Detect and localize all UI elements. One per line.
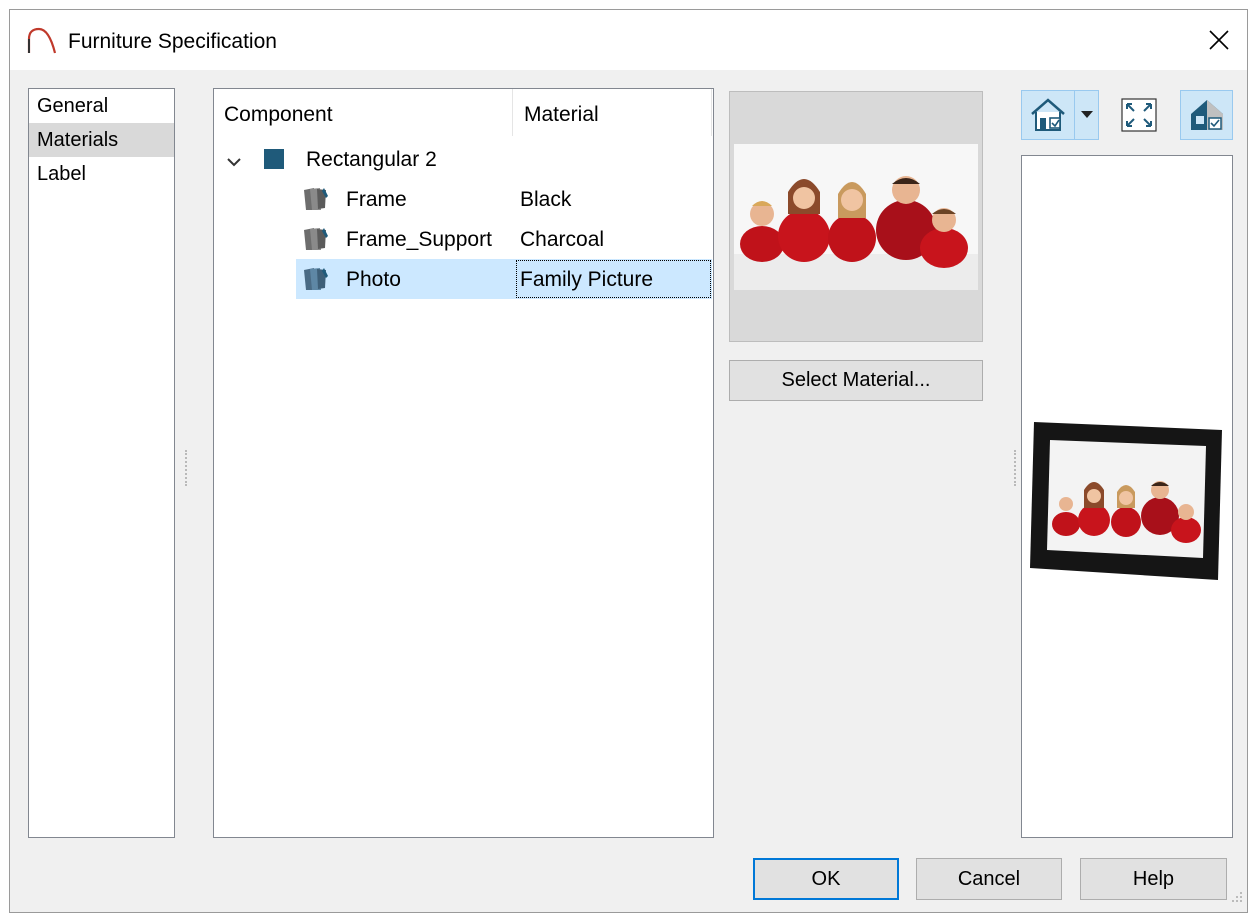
chevron-down-icon[interactable] (226, 151, 242, 175)
material-icon (300, 226, 330, 258)
ok-button[interactable]: OK (753, 858, 899, 900)
component-color-swatch (264, 149, 284, 169)
close-icon (1209, 30, 1229, 50)
family-picture-thumbnail (734, 144, 978, 290)
tree-row-label: Frame (346, 188, 407, 211)
title-bar: Furniture Specification (10, 10, 1247, 70)
column-separator (711, 89, 712, 136)
component-tree: Component Material Rectangular 2 Frame B… (213, 88, 714, 838)
tree-row-frame-support[interactable]: Frame_Support Charcoal (214, 219, 713, 259)
render-options-button[interactable] (1180, 90, 1233, 140)
furniture-specification-dialog: Furniture Specification General Material… (9, 9, 1248, 913)
right-splitter[interactable] (1014, 450, 1018, 486)
cancel-button[interactable]: Cancel (916, 858, 1062, 900)
tree-header: Component Material (214, 89, 713, 136)
tree-row-material: Black (520, 188, 572, 211)
render-options-icon (1190, 100, 1223, 130)
select-material-button[interactable]: Select Material... (729, 360, 983, 401)
fill-window-button[interactable] (1115, 90, 1163, 140)
resize-grip-icon[interactable] (1229, 889, 1243, 908)
tree-row-material: Charcoal (520, 228, 605, 251)
close-button[interactable] (1191, 10, 1247, 70)
column-header-material[interactable]: Material (524, 103, 599, 127)
camera-view-button[interactable] (1021, 90, 1075, 140)
camera-view-dropdown[interactable] (1075, 90, 1099, 140)
window-title: Furniture Specification (68, 30, 277, 53)
material-icon (300, 266, 330, 298)
dropdown-arrow-icon (1080, 111, 1093, 118)
camera-view-icon (1031, 98, 1065, 131)
left-splitter[interactable] (185, 450, 189, 486)
help-button[interactable]: Help (1080, 858, 1227, 900)
tree-row-label: Frame_Support (346, 228, 492, 251)
material-icon (300, 186, 330, 218)
tree-row-material[interactable]: Family Picture (520, 268, 653, 292)
nav-item-label[interactable]: Label (29, 157, 174, 191)
tree-row-photo[interactable]: Photo Family Picture (214, 259, 713, 299)
tree-row-label: Photo (346, 268, 401, 291)
framed-picture-render (1030, 422, 1222, 580)
column-header-component[interactable]: Component (224, 103, 333, 127)
nav-item-general[interactable]: General (29, 89, 174, 123)
material-preview (729, 91, 983, 342)
category-list: General Materials Label (28, 88, 175, 838)
app-logo-icon (27, 27, 57, 60)
fill-window-icon (1121, 98, 1157, 132)
3d-preview[interactable] (1021, 155, 1233, 838)
tree-row-frame[interactable]: Frame Black (214, 179, 713, 219)
column-separator (512, 89, 513, 136)
tree-row-rectangular-2[interactable]: Rectangular 2 (214, 139, 713, 179)
nav-item-materials[interactable]: Materials (29, 123, 174, 157)
tree-row-label: Rectangular 2 (306, 148, 437, 171)
